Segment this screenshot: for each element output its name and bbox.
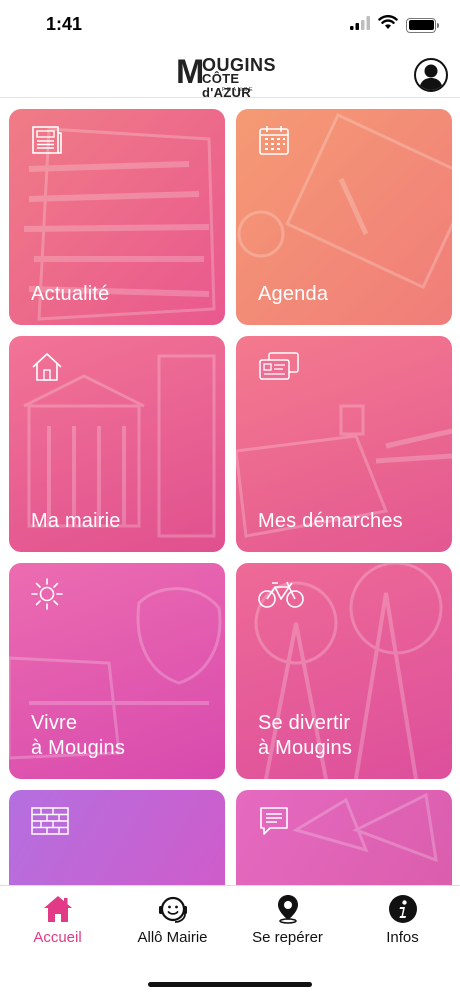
tile-contact[interactable] (236, 790, 452, 885)
brick-wall-icon (31, 807, 69, 835)
house-icon (32, 353, 62, 381)
profile-button[interactable] (414, 58, 448, 92)
app-header: M OUGINS CÔTE d'AZUR FRANCE (0, 50, 460, 100)
tab-se-reperer[interactable]: Se repérer (230, 894, 345, 950)
bicycle-icon (258, 581, 304, 608)
status-time: 1:41 (46, 14, 83, 34)
tab-accueil[interactable]: Accueil (0, 894, 115, 950)
id-cards-icon (259, 352, 299, 380)
tile-label: Agenda (258, 283, 329, 305)
speech-bubble-icon (260, 807, 288, 835)
profile-icon (419, 64, 443, 90)
tile-label: Se divertir à Mougins (258, 712, 353, 759)
status-icons (350, 15, 439, 35)
status-bar: 1:41 (0, 0, 460, 50)
map-pin-icon (273, 894, 303, 924)
tile-mes-demarches[interactable]: Mes démarches (236, 336, 452, 552)
tile-patrimoine[interactable] (9, 790, 225, 885)
sun-icon (31, 578, 63, 610)
tile-se-divertir-a-mougins[interactable]: Se divertir à Mougins (236, 563, 452, 779)
logo-line3: FRANCE (222, 87, 255, 93)
menu-grid: Actualité Agenda Ma mairie Mes démarches… (0, 99, 460, 885)
tile-ma-mairie[interactable]: Ma mairie (9, 336, 225, 552)
bottom-tab-bar: Accueil Allô Mairie Se repérer Infos (0, 885, 460, 996)
home-icon (43, 894, 73, 924)
tab-label: Accueil (33, 929, 82, 946)
info-icon (388, 894, 418, 924)
logo-line2: CÔTE d'AZUR (202, 71, 251, 100)
signal-icon (350, 15, 370, 35)
tab-allo-mairie[interactable]: Allô Mairie (115, 894, 230, 950)
tab-label: Se repérer (252, 929, 323, 946)
wifi-icon (378, 15, 398, 35)
logo-initial: M (176, 53, 205, 91)
tile-vivre-a-mougins[interactable]: Vivre à Mougins (9, 563, 225, 779)
tab-label: Infos (386, 929, 419, 946)
newspaper-icon (32, 126, 62, 154)
home-indicator (148, 982, 312, 987)
mougins-logo: M OUGINS CÔTE d'AZUR FRANCE (176, 52, 286, 100)
calendar-icon (259, 126, 289, 155)
tile-label: Mes démarches (258, 510, 403, 532)
tab-infos[interactable]: Infos (345, 894, 460, 950)
tile-agenda[interactable]: Agenda (236, 109, 452, 325)
tile-label: Vivre à Mougins (31, 712, 126, 759)
tab-label: Allô Mairie (137, 929, 208, 946)
tile-label: Actualité (31, 283, 110, 305)
tile-actualite[interactable]: Actualité (9, 109, 225, 325)
battery-icon (406, 17, 439, 33)
tile-label: Ma mairie (31, 510, 121, 532)
headset-icon (158, 894, 188, 924)
